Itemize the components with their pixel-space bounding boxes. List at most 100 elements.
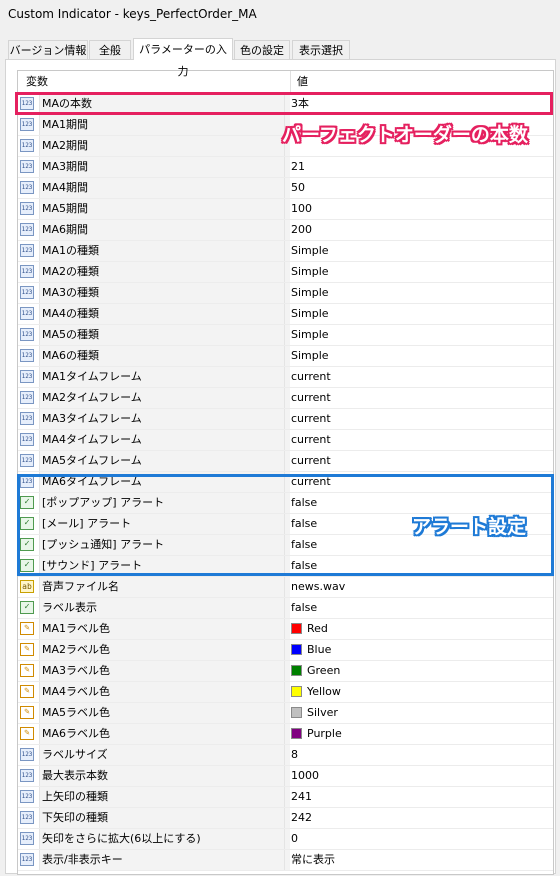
param-row[interactable]: 123 MA5期間 100 (18, 199, 553, 220)
param-row[interactable]: 123 MA2タイムフレーム current (18, 388, 553, 409)
param-row[interactable]: 123 MA4タイムフレーム current (18, 430, 553, 451)
param-name: MA2タイムフレーム (39, 388, 290, 408)
param-row[interactable]: ab 音声ファイル名 news.wav (18, 577, 553, 598)
param-value[interactable]: Purple (284, 724, 553, 744)
color-type-icon: ✎ (20, 664, 34, 677)
int-type-icon: 123 (20, 349, 34, 362)
param-value[interactable]: Green (284, 661, 553, 681)
param-row[interactable]: 123 最大表示本数 1000 (18, 766, 553, 787)
tab-colors[interactable]: 色の設定 (234, 40, 290, 59)
param-row[interactable]: 123 MA3期間 21 (18, 157, 553, 178)
int-type-icon: 123 (20, 475, 34, 488)
param-value[interactable]: 241 (284, 787, 553, 807)
param-value[interactable]: current (284, 409, 553, 429)
param-row[interactable]: 123 MA6期間 200 (18, 220, 553, 241)
param-row[interactable]: 123 MA4期間 50 (18, 178, 553, 199)
param-value[interactable]: Simple (284, 241, 553, 261)
param-value[interactable]: current (284, 367, 553, 387)
param-value[interactable]: false (284, 556, 553, 576)
param-name: MA2の種類 (39, 262, 290, 282)
param-value[interactable]: 200 (284, 220, 553, 240)
param-value[interactable]: false (284, 598, 553, 618)
param-row[interactable]: ✓ [サウンド] アラート false (18, 556, 553, 577)
param-value[interactable]: 21 (284, 157, 553, 177)
int-type-icon: 123 (20, 265, 34, 278)
param-row[interactable]: ✓ ラベル表示 false (18, 598, 553, 619)
bool-type-icon: ✓ (20, 496, 34, 509)
int-type-icon: 123 (20, 286, 34, 299)
param-value[interactable]: Silver (284, 703, 553, 723)
param-row[interactable]: 123 下矢印の種類 242 (18, 808, 553, 829)
param-value[interactable]: 0 (284, 829, 553, 849)
param-row[interactable]: 123 MA5タイムフレーム current (18, 451, 553, 472)
param-value[interactable]: Simple (284, 283, 553, 303)
param-row[interactable]: 123 MA6タイムフレーム current (18, 472, 553, 493)
param-value[interactable]: Red (284, 619, 553, 639)
param-value[interactable]: 8 (284, 745, 553, 765)
callout-perfect-order-count: パーフェクトオーダーの本数 (282, 124, 528, 146)
param-name: [ポップアップ] アラート (39, 493, 290, 513)
param-value[interactable]: current (284, 451, 553, 471)
param-name: [プッシュ通知] アラート (39, 535, 290, 555)
param-row[interactable]: 123 MA1の種類 Simple (18, 241, 553, 262)
param-name: MA5タイムフレーム (39, 451, 290, 471)
tab-visualization[interactable]: 表示選択 (292, 40, 350, 59)
param-row[interactable]: 123 ラベルサイズ 8 (18, 745, 553, 766)
int-type-icon: 123 (20, 307, 34, 320)
tab-general[interactable]: 全般 (89, 40, 131, 59)
param-value[interactable]: false (284, 493, 553, 513)
param-row[interactable]: ✎ MA1ラベル色 Red (18, 619, 553, 640)
param-name: MA2ラベル色 (39, 640, 290, 660)
param-row[interactable]: ✓ [ポップアップ] アラート false (18, 493, 553, 514)
tab-version-info[interactable]: バージョン情報 (8, 40, 88, 59)
param-row[interactable]: ✎ MA3ラベル色 Green (18, 661, 553, 682)
int-type-icon: 123 (20, 412, 34, 425)
int-type-icon: 123 (20, 160, 34, 173)
param-row[interactable]: 123 MAの本数 3本 (18, 94, 553, 115)
param-value[interactable]: Yellow (284, 682, 553, 702)
param-name: MA4の種類 (39, 304, 290, 324)
param-row[interactable]: 123 上矢印の種類 241 (18, 787, 553, 808)
param-value[interactable]: Simple (284, 262, 553, 282)
param-value[interactable]: 50 (284, 178, 553, 198)
param-row[interactable]: 123 MA4の種類 Simple (18, 304, 553, 325)
param-name: MA2期間 (39, 136, 290, 156)
param-value[interactable]: news.wav (284, 577, 553, 597)
header-value: 値 (290, 71, 308, 93)
color-swatch (291, 707, 302, 718)
param-row[interactable]: 123 MA1タイムフレーム current (18, 367, 553, 388)
param-value[interactable]: 242 (284, 808, 553, 828)
param-row[interactable]: 123 MA6の種類 Simple (18, 346, 553, 367)
param-row[interactable]: ✎ MA5ラベル色 Silver (18, 703, 553, 724)
color-swatch (291, 686, 302, 697)
tab-parameters[interactable]: パラメーターの入力 (133, 38, 233, 78)
param-name: 音声ファイル名 (39, 577, 290, 597)
parameters-grid: 変数 値 123 MAの本数 3本 123 MA1期間 123 MA2期間 123 MA3期間 2… (17, 70, 554, 875)
param-value[interactable]: 常に表示 (284, 850, 553, 870)
param-value[interactable]: current (284, 388, 553, 408)
param-row[interactable]: ✎ MA6ラベル色 Purple (18, 724, 553, 745)
grid-header: 変数 値 (18, 71, 553, 94)
param-row[interactable]: ✎ MA2ラベル色 Blue (18, 640, 553, 661)
param-row[interactable]: 123 MA3の種類 Simple (18, 283, 553, 304)
param-value[interactable]: Simple (284, 346, 553, 366)
param-value[interactable]: current (284, 472, 553, 492)
param-value[interactable]: Blue (284, 640, 553, 660)
param-value[interactable]: 3本 (284, 94, 553, 114)
int-type-icon: 123 (20, 769, 34, 782)
color-swatch (291, 728, 302, 739)
param-row[interactable]: 123 表示/非表示キー 常に表示 (18, 850, 553, 871)
param-name: [メール] アラート (39, 514, 290, 534)
param-value[interactable]: current (284, 430, 553, 450)
param-row[interactable]: ✎ MA4ラベル色 Yellow (18, 682, 553, 703)
param-row[interactable]: 123 MA3タイムフレーム current (18, 409, 553, 430)
param-row[interactable]: 123 矢印をさらに拡大(6以上にする) 0 (18, 829, 553, 850)
param-name: 矢印をさらに拡大(6以上にする) (39, 829, 290, 849)
param-value[interactable]: 1000 (284, 766, 553, 786)
int-type-icon: 123 (20, 139, 34, 152)
param-row[interactable]: 123 MA5の種類 Simple (18, 325, 553, 346)
param-value[interactable]: Simple (284, 304, 553, 324)
param-value[interactable]: 100 (284, 199, 553, 219)
param-value[interactable]: Simple (284, 325, 553, 345)
param-row[interactable]: 123 MA2の種類 Simple (18, 262, 553, 283)
